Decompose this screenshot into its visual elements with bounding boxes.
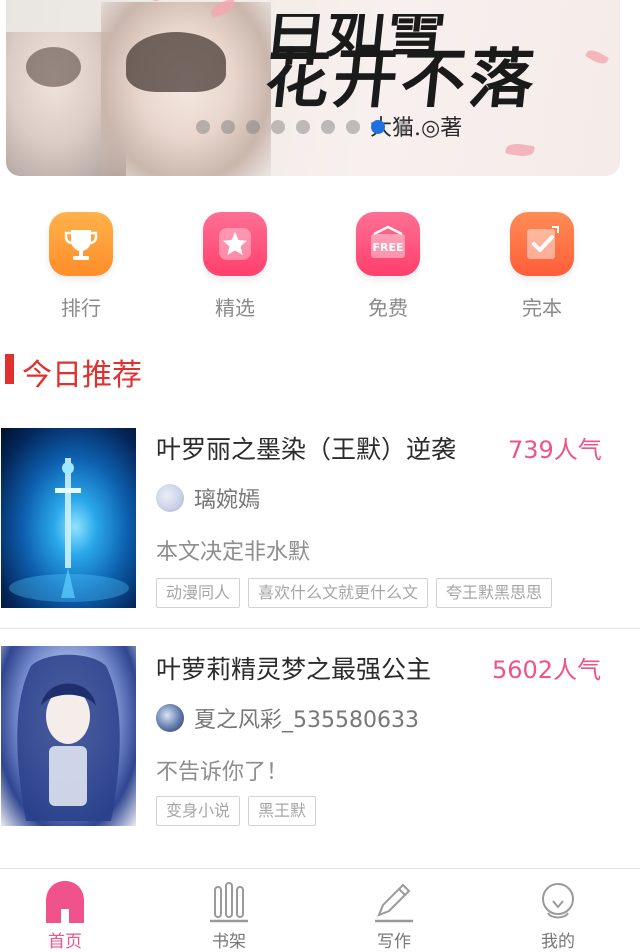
carousel-dot[interactable]: [271, 120, 285, 134]
nav-label: 我的: [541, 932, 575, 952]
svg-text:FREE: FREE: [372, 241, 403, 254]
book-tag[interactable]: 夸王默黑思思: [436, 578, 553, 608]
nav-label: 首页: [48, 932, 82, 952]
carousel-dot[interactable]: [196, 120, 210, 134]
home-icon: [42, 879, 88, 925]
book-cover[interactable]: [1, 646, 136, 826]
category-free-button[interactable]: FREE 免费: [328, 212, 448, 321]
petal-decoration: [584, 47, 610, 67]
pen-icon: [371, 879, 417, 925]
banner-carousel[interactable]: 白如雪 花开不落 大猫.◎著: [6, 0, 620, 176]
free-icon: FREE: [356, 212, 420, 276]
carousel-dot[interactable]: [221, 120, 235, 134]
category-label: 精选: [215, 296, 255, 320]
avatar: [156, 704, 184, 732]
avatar: [156, 484, 184, 512]
profile-icon: [535, 879, 581, 925]
nav-home[interactable]: 首页: [0, 869, 145, 952]
book-tag[interactable]: 动漫同人: [156, 578, 241, 608]
banner-title: 花开不落: [261, 42, 542, 117]
category-label: 免费: [368, 296, 408, 320]
carousel-dot[interactable]: [246, 120, 260, 134]
bottom-nav: 首页 书架 写作 我的: [0, 868, 640, 952]
category-featured-button[interactable]: 精选: [175, 212, 295, 321]
book-popularity: 5602人气: [492, 656, 602, 684]
trophy-icon: [49, 212, 113, 276]
book-title[interactable]: 叶萝莉精灵梦之最强公主: [156, 650, 431, 686]
book-description: 不告诉你了！: [156, 760, 289, 785]
petal-decoration: [505, 141, 535, 159]
book-tags: 变身小说 黑王默: [156, 796, 317, 826]
book-cover[interactable]: [1, 428, 136, 608]
section-title: 今日推荐: [22, 358, 142, 393]
carousel-dots: [196, 120, 410, 134]
carousel-dot[interactable]: [396, 120, 410, 134]
book-tag[interactable]: 变身小说: [156, 796, 241, 826]
carousel-dot[interactable]: [296, 120, 310, 134]
book-title[interactable]: 叶罗丽之墨染（王默）逆袭: [156, 430, 456, 466]
nav-bookshelf[interactable]: 书架: [149, 869, 309, 952]
category-rank-button[interactable]: 排行: [21, 212, 141, 321]
carousel-dot[interactable]: [346, 120, 360, 134]
banner-figure-hair: [26, 47, 81, 87]
nav-label: 写作: [377, 932, 411, 952]
book-item[interactable]: 叶罗丽之墨染（王默）逆袭 739人气 璃婉嫣 本文决定非水默 动漫同人 喜欢什么…: [0, 412, 640, 628]
carousel-dot[interactable]: [321, 120, 335, 134]
divider: [0, 628, 640, 629]
star-icon: [203, 212, 267, 276]
nav-profile[interactable]: 我的: [478, 869, 638, 952]
book-item[interactable]: 叶萝莉精灵梦之最强公主 5602人气 夏之风彩_535580633 不告诉你了！…: [0, 630, 640, 850]
book-author: 夏之风彩_535580633: [194, 708, 419, 733]
bookshelf-icon: [206, 879, 252, 925]
category-finished-button[interactable]: 完本: [482, 212, 602, 321]
book-description: 本文决定非水默: [156, 540, 311, 565]
nav-label: 书架: [212, 932, 246, 952]
book-author: 璃婉嫣: [194, 488, 261, 513]
book-tags: 动漫同人 喜欢什么文就更什么文 夸王默黑思思: [156, 578, 553, 608]
category-row: 排行 精选 FREE 免费 完本: [0, 212, 640, 322]
section-marker: [5, 354, 14, 384]
carousel-dot-active[interactable]: [371, 120, 385, 134]
category-label: 排行: [61, 296, 101, 320]
category-label: 完本: [522, 296, 562, 320]
nav-write[interactable]: 写作: [314, 869, 474, 952]
banner-figure-hair-main: [126, 32, 226, 92]
book-tag[interactable]: 黑王默: [248, 796, 317, 826]
checkbox-icon: [510, 212, 574, 276]
book-popularity: 739人气: [508, 436, 602, 464]
book-tag[interactable]: 喜欢什么文就更什么文: [248, 578, 429, 608]
